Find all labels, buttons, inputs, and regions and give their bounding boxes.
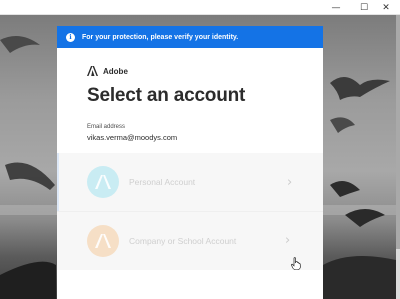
minimize-button[interactable]: —: [322, 0, 350, 15]
scrollbar-thumb[interactable]: [396, 15, 400, 249]
close-window-button[interactable]: ✕: [372, 0, 400, 15]
brand: Adobe: [87, 66, 128, 76]
window-scrollbar[interactable]: [396, 15, 400, 299]
personal-account-label: Personal Account: [129, 177, 196, 187]
banner-text: For your protection, please verify your …: [82, 33, 239, 41]
company-account-icon: [95, 233, 111, 248]
identity-verification-banner: i For your protection, please verify you…: [57, 26, 323, 48]
email-value: vikas.verma@moodys.com: [87, 133, 178, 142]
company-account-option[interactable]: Company or School Account ›: [57, 211, 323, 269]
info-icon: i: [66, 32, 75, 42]
window-title-bar: — ☐ ✕: [0, 0, 400, 15]
page-title: Select an account: [87, 85, 246, 106]
company-account-label: Company or School Account: [129, 235, 237, 246]
account-list: Personal Account › Company or School Acc…: [57, 153, 323, 270]
chevron-right-icon: ›: [287, 174, 293, 190]
personal-account-option[interactable]: Personal Account ›: [57, 153, 323, 211]
personal-account-avatar: [87, 166, 119, 198]
select-account-dialog: Adobe Select an account Email address vi…: [57, 48, 323, 299]
email-label: Email address: [87, 124, 126, 130]
personal-account-icon: [95, 175, 111, 189]
company-account-avatar: [87, 224, 119, 257]
adobe-logo-icon: [87, 66, 98, 76]
hand-cursor-icon: [291, 257, 301, 270]
chevron-right-icon: ›: [285, 233, 291, 248]
brand-name: Adobe: [103, 66, 128, 76]
